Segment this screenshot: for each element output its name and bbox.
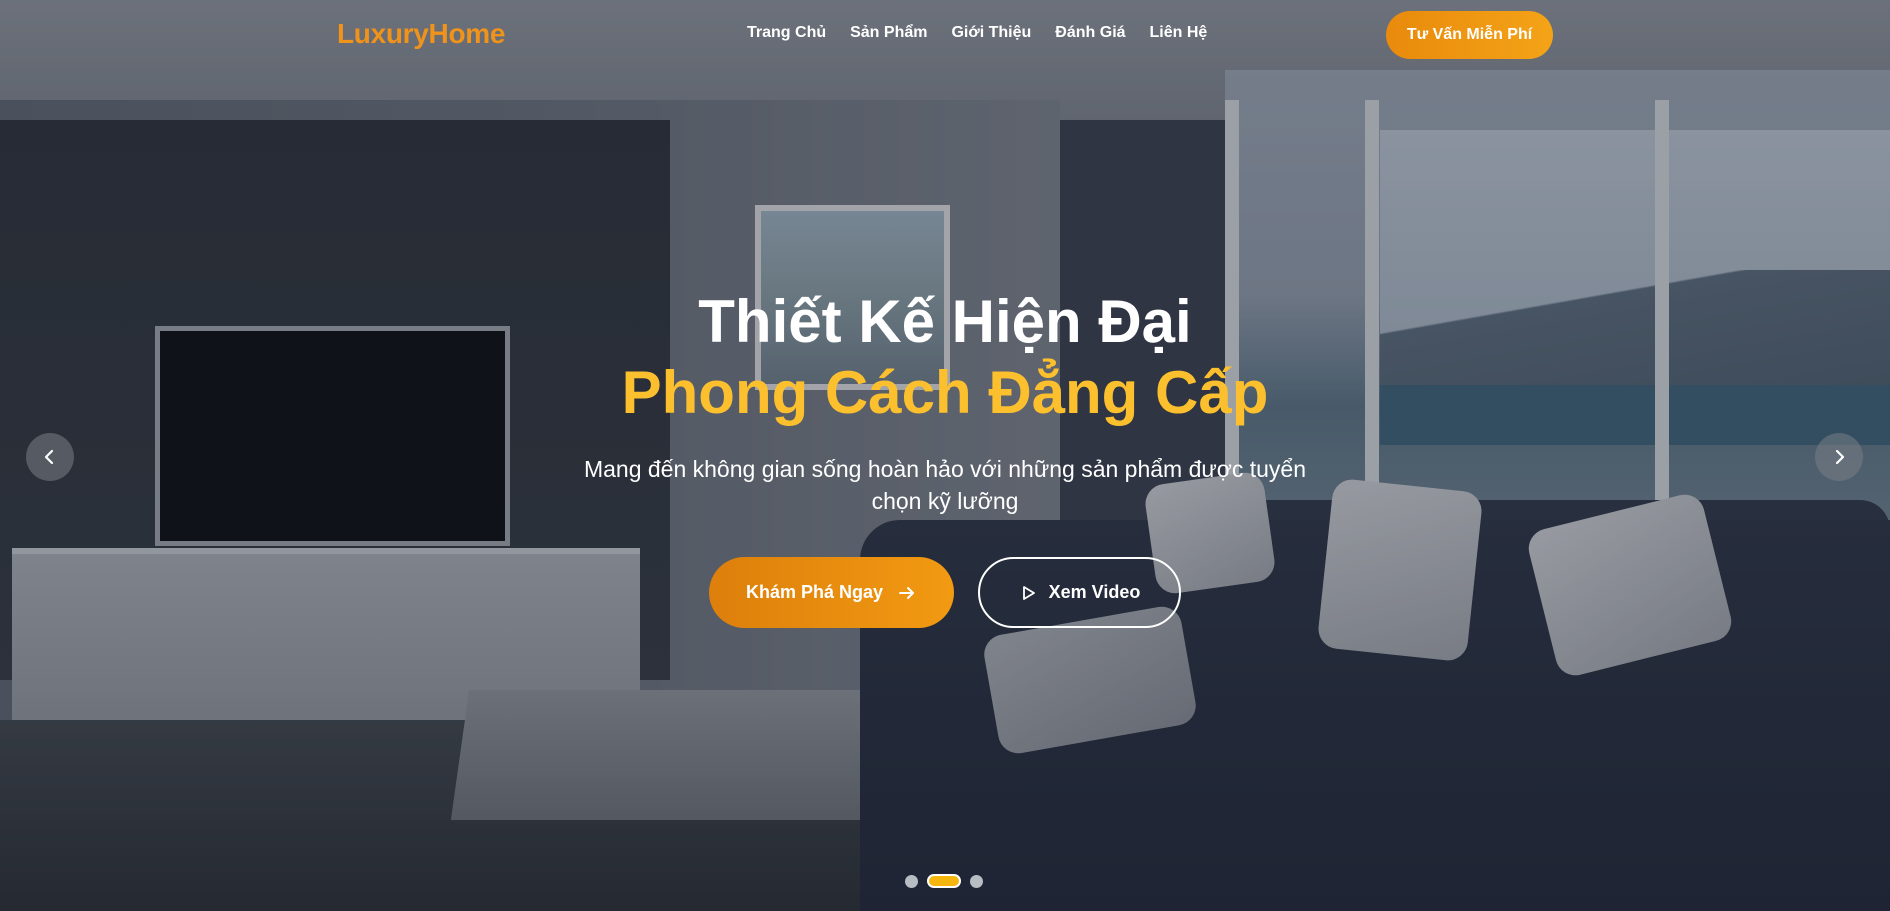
main-nav: Trang Chủ Sản Phẩm Giới Thiệu Đánh Giá L… [747, 24, 1207, 42]
arrow-right-icon [897, 583, 917, 603]
nav-item-products[interactable]: Sản Phẩm [850, 24, 927, 42]
explore-now-label: Khám Phá Ngay [745, 582, 884, 602]
hero-section: LuxuryHome Trang Chủ Sản Phẩm Giới Thiệu… [0, 0, 1890, 911]
logo[interactable]: LuxuryHome [337, 18, 505, 50]
site-header: LuxuryHome Trang Chủ Sản Phẩm Giới Thiệu… [0, 0, 1890, 70]
carousel-dot-3[interactable] [970, 874, 983, 888]
nav-item-contact[interactable]: Liên Hệ [1150, 24, 1208, 42]
play-icon [1019, 584, 1037, 602]
hero-title-line1: Thiết Kế Hiện Đại [698, 288, 1192, 355]
carousel-prev-button[interactable] [26, 433, 74, 481]
carousel-next-button[interactable] [1815, 433, 1863, 481]
nav-item-reviews[interactable]: Đánh Giá [1055, 24, 1125, 42]
nav-item-home[interactable]: Trang Chủ [747, 24, 826, 42]
nav-item-about[interactable]: Giới Thiệu [951, 24, 1031, 42]
free-consultation-button[interactable]: Tư Vấn Miễn Phí [1386, 11, 1553, 59]
explore-now-button[interactable]: Khám Phá Ngay [709, 557, 954, 628]
carousel-dot-2[interactable] [927, 874, 961, 888]
chevron-right-icon [1830, 448, 1848, 466]
chevron-left-icon [41, 448, 59, 466]
hero-subtitle: Mang đến không gian sống hoàn hảo với nh… [583, 456, 1307, 514]
hero-title-line2: Phong Cách Đẳng Cấp [621, 359, 1269, 426]
carousel-dots [905, 874, 983, 888]
watch-video-label: Xem Video [1048, 582, 1141, 602]
watch-video-button[interactable]: Xem Video [978, 557, 1181, 628]
carousel-dot-1[interactable] [905, 874, 918, 888]
